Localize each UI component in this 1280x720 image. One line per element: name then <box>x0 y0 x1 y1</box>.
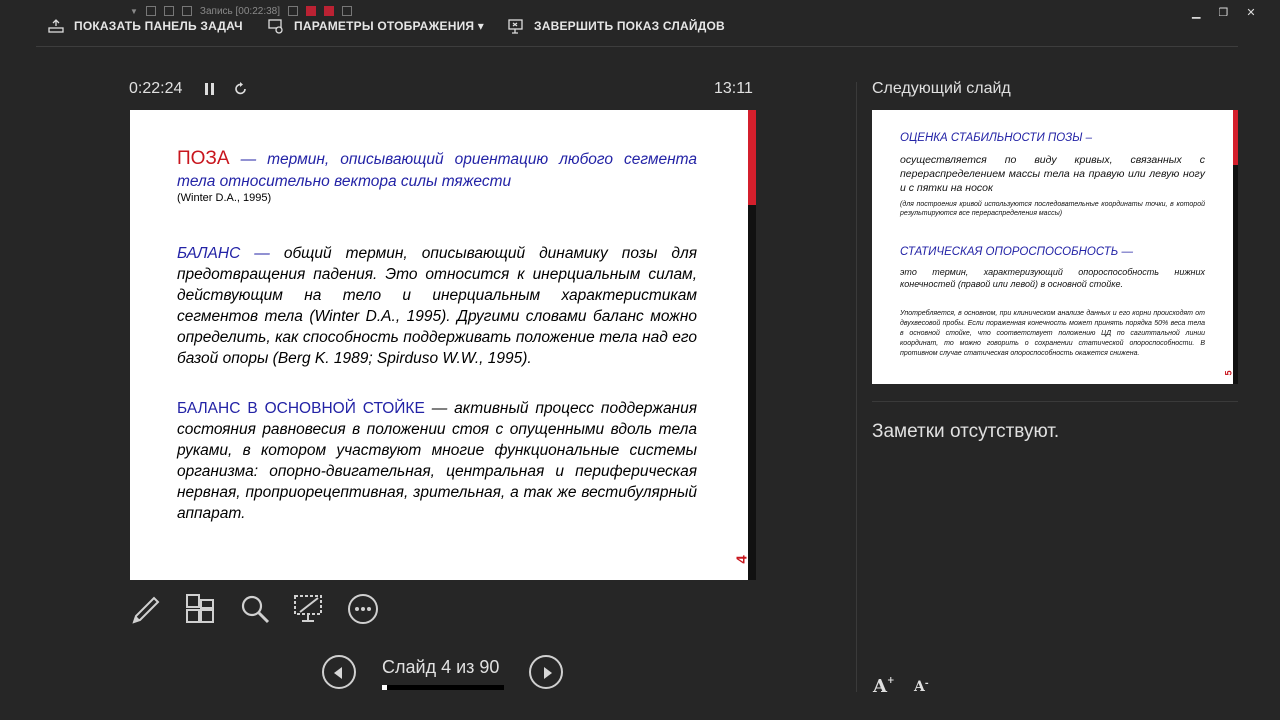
pose-term: ПОЗА <box>177 148 230 169</box>
recording-pause-icon[interactable] <box>324 6 334 16</box>
more-options-icon[interactable] <box>346 592 380 626</box>
minimize-icon[interactable]: ▁ <box>1192 6 1200 19</box>
next-slide-black-accent <box>1233 165 1238 384</box>
decrease-font-button[interactable]: A- <box>914 679 929 695</box>
balance-paragraph: БАЛАНС — общий термин, описывающий динам… <box>177 243 697 369</box>
speaker-notes[interactable]: Заметки отсутствуют. <box>872 421 1059 443</box>
recording-window-icon[interactable] <box>145 6 156 16</box>
toolbar-divider <box>36 46 1238 47</box>
pose-definition: — термин, описывающий ориентацию любого … <box>177 151 697 190</box>
zoom-icon[interactable] <box>238 592 272 626</box>
increase-font-button[interactable]: A+ <box>873 676 895 697</box>
stance-definition: — активный процесс поддержания состояния… <box>177 400 697 522</box>
end-slideshow-label: ЗАВЕРШИТЬ ПОКАЗ СЛАЙДОВ <box>534 19 725 33</box>
show-taskbar-label: ПОКАЗАТЬ ПАНЕЛЬ ЗАДАЧ <box>74 19 243 33</box>
pose-paragraph: ПОЗА — термин, описывающий ориентацию лю… <box>177 148 697 193</box>
recording-camera-icon[interactable] <box>342 6 352 16</box>
slide-progress-fill <box>382 685 388 690</box>
display-settings-button[interactable]: ПАРАМЕТРЫ ОТОБРАЖЕНИЯ ▾ <box>268 16 484 36</box>
next-slide-number: 5 <box>1223 370 1234 376</box>
recording-pen-icon[interactable] <box>288 6 298 16</box>
usage-text: Употребляется, в основном, при клиническ… <box>900 310 1205 357</box>
taskbar-icon <box>48 18 64 34</box>
recording-stop-icon[interactable] <box>306 6 316 16</box>
recording-zoom-icon[interactable] <box>163 6 174 16</box>
pane-divider[interactable] <box>856 82 857 692</box>
next-slide-preview[interactable]: ОЦЕНКА СТАБИЛЬНОСТИ ПОЗЫ – осуществляетс… <box>872 110 1238 384</box>
black-screen-icon[interactable] <box>292 592 326 626</box>
pen-tool-icon[interactable] <box>130 592 164 626</box>
stance-paragraph: БАЛАНС В ОСНОВНОЙ СТОЙКЕ — активный проц… <box>177 398 697 524</box>
next-slide-header: Следующий слайд <box>872 80 1011 97</box>
stability-title: ОЦЕНКА СТАБИЛЬНОСТИ ПОЗЫ – <box>900 132 1092 144</box>
slide-red-accent <box>748 110 756 205</box>
current-slide[interactable]: ПОЗА — термин, описывающий ориентацию лю… <box>130 110 756 580</box>
increase-font-icon: A <box>873 676 887 697</box>
next-slide-red-accent <box>1233 110 1238 165</box>
restart-timer-icon[interactable] <box>234 82 248 96</box>
gear-display-icon <box>268 18 284 34</box>
end-slideshow-button[interactable]: ЗАВЕРШИТЬ ПОКАЗ СЛАЙДОВ <box>508 16 725 36</box>
slide-progress-bar <box>382 685 504 690</box>
recording-label: Запись [00:22:38] <box>199 5 280 17</box>
slide-tools <box>130 592 380 626</box>
presenter-toolbar: ▼ Запись [00:22:38] ПОКАЗАТЬ ПАНЕЛЬ ЗАДА… <box>0 0 1280 50</box>
static-text: это термин, характеризующий опороспособн… <box>900 267 1205 289</box>
pose-source: (Winter D.A., 1995) <box>177 192 272 204</box>
slide-counter[interactable]: Слайд 4 из 90 <box>382 657 499 678</box>
elapsed-timer: 0:22:24 <box>129 80 183 97</box>
slide-black-accent <box>748 205 756 580</box>
current-time: 13:11 <box>714 80 753 97</box>
window-controls: ▁ ❐ ✕ <box>1192 6 1256 19</box>
recording-dropdown-icon[interactable]: ▼ <box>130 7 138 16</box>
balance-definition: общий термин, описывающий динамику позы … <box>177 245 697 367</box>
slide-number: 4 <box>733 555 751 564</box>
balance-term: БАЛАНС — <box>177 245 270 262</box>
recording-settings-icon[interactable] <box>181 6 192 16</box>
notes-divider[interactable] <box>872 401 1238 402</box>
end-show-icon <box>508 18 524 34</box>
restore-icon[interactable]: ❐ <box>1218 6 1228 19</box>
pause-timer-icon[interactable] <box>204 83 216 95</box>
next-slide-button[interactable] <box>529 655 563 689</box>
previous-slide-button[interactable] <box>322 655 356 689</box>
display-settings-label: ПАРАМЕТРЫ ОТОБРАЖЕНИЯ ▾ <box>294 19 484 33</box>
show-taskbar-button[interactable]: ПОКАЗАТЬ ПАНЕЛЬ ЗАДАЧ <box>48 16 243 36</box>
stance-term: БАЛАНС В ОСНОВНОЙ СТОЙКЕ <box>177 400 425 417</box>
static-title: СТАТИЧЕСКАЯ ОПОРОСПОСОБНОСТЬ — <box>900 246 1133 258</box>
see-all-slides-icon[interactable] <box>184 592 218 626</box>
close-icon[interactable]: ✕ <box>1246 6 1255 19</box>
stability-note: (для построения кривой используются посл… <box>900 201 1205 217</box>
decrease-font-icon: A <box>914 679 925 695</box>
stability-text: осуществляется по виду кривых, связанных… <box>900 154 1205 194</box>
